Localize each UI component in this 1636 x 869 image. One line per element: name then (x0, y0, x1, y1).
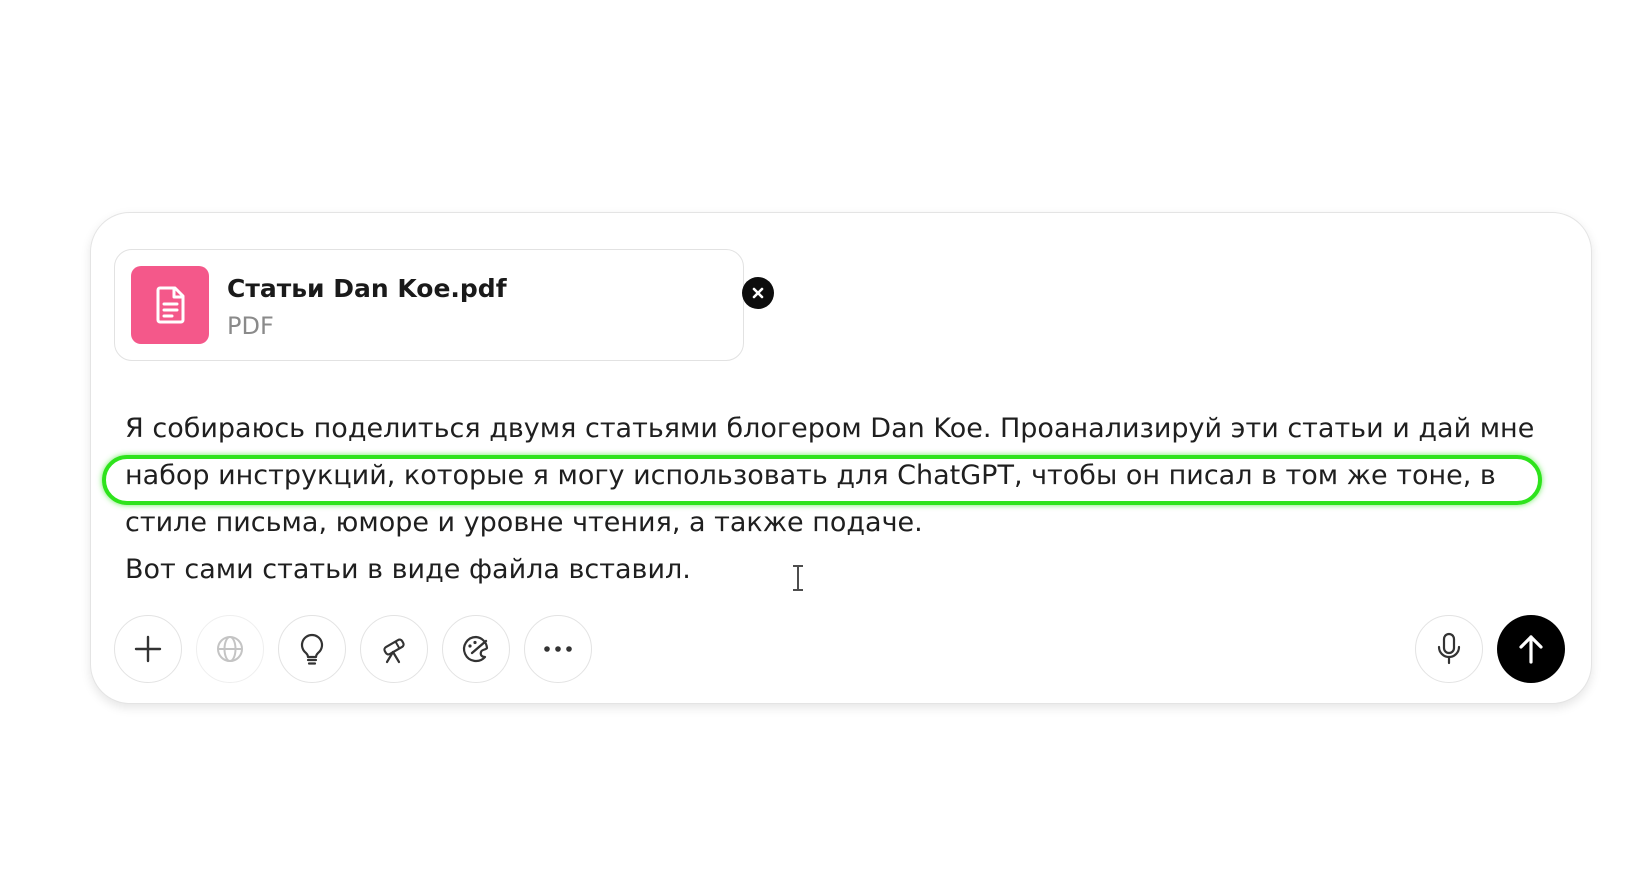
prompt-text-paragraph-1: Я собираюсь поделиться двумя статьями бл… (125, 413, 1535, 538)
create-image-button[interactable] (442, 615, 510, 683)
reasoning-button[interactable] (278, 615, 346, 683)
add-button[interactable] (114, 615, 182, 683)
prompt-input[interactable]: Я собираюсь поделиться двумя статьями бл… (125, 405, 1565, 593)
document-icon (131, 266, 209, 344)
more-icon (542, 645, 574, 653)
send-button[interactable] (1497, 615, 1565, 683)
lightbulb-icon (297, 632, 327, 666)
file-name: Статьи Dan Koe.pdf (227, 274, 507, 303)
dictate-button[interactable] (1415, 615, 1483, 683)
globe-icon (215, 634, 245, 664)
send-arrow-icon (1516, 633, 1546, 665)
message-composer: Статьи Dan Koe.pdf PDF Я собираюсь подел… (90, 212, 1592, 704)
microphone-icon (1435, 632, 1463, 666)
more-options-button[interactable] (524, 615, 592, 683)
file-attachment-card[interactable]: Статьи Dan Koe.pdf PDF (114, 249, 774, 361)
brush-icon (460, 633, 492, 665)
file-type: PDF (227, 312, 274, 340)
remove-attachment-button[interactable] (742, 277, 774, 309)
web-search-button[interactable] (196, 615, 264, 683)
prompt-text-paragraph-2: Вот сами статьи в виде файла вставил. (125, 554, 691, 585)
text-cursor-icon (791, 564, 805, 592)
plus-icon (133, 634, 163, 664)
close-icon (751, 286, 765, 300)
deep-research-button[interactable] (360, 615, 428, 683)
telescope-icon (378, 633, 410, 665)
